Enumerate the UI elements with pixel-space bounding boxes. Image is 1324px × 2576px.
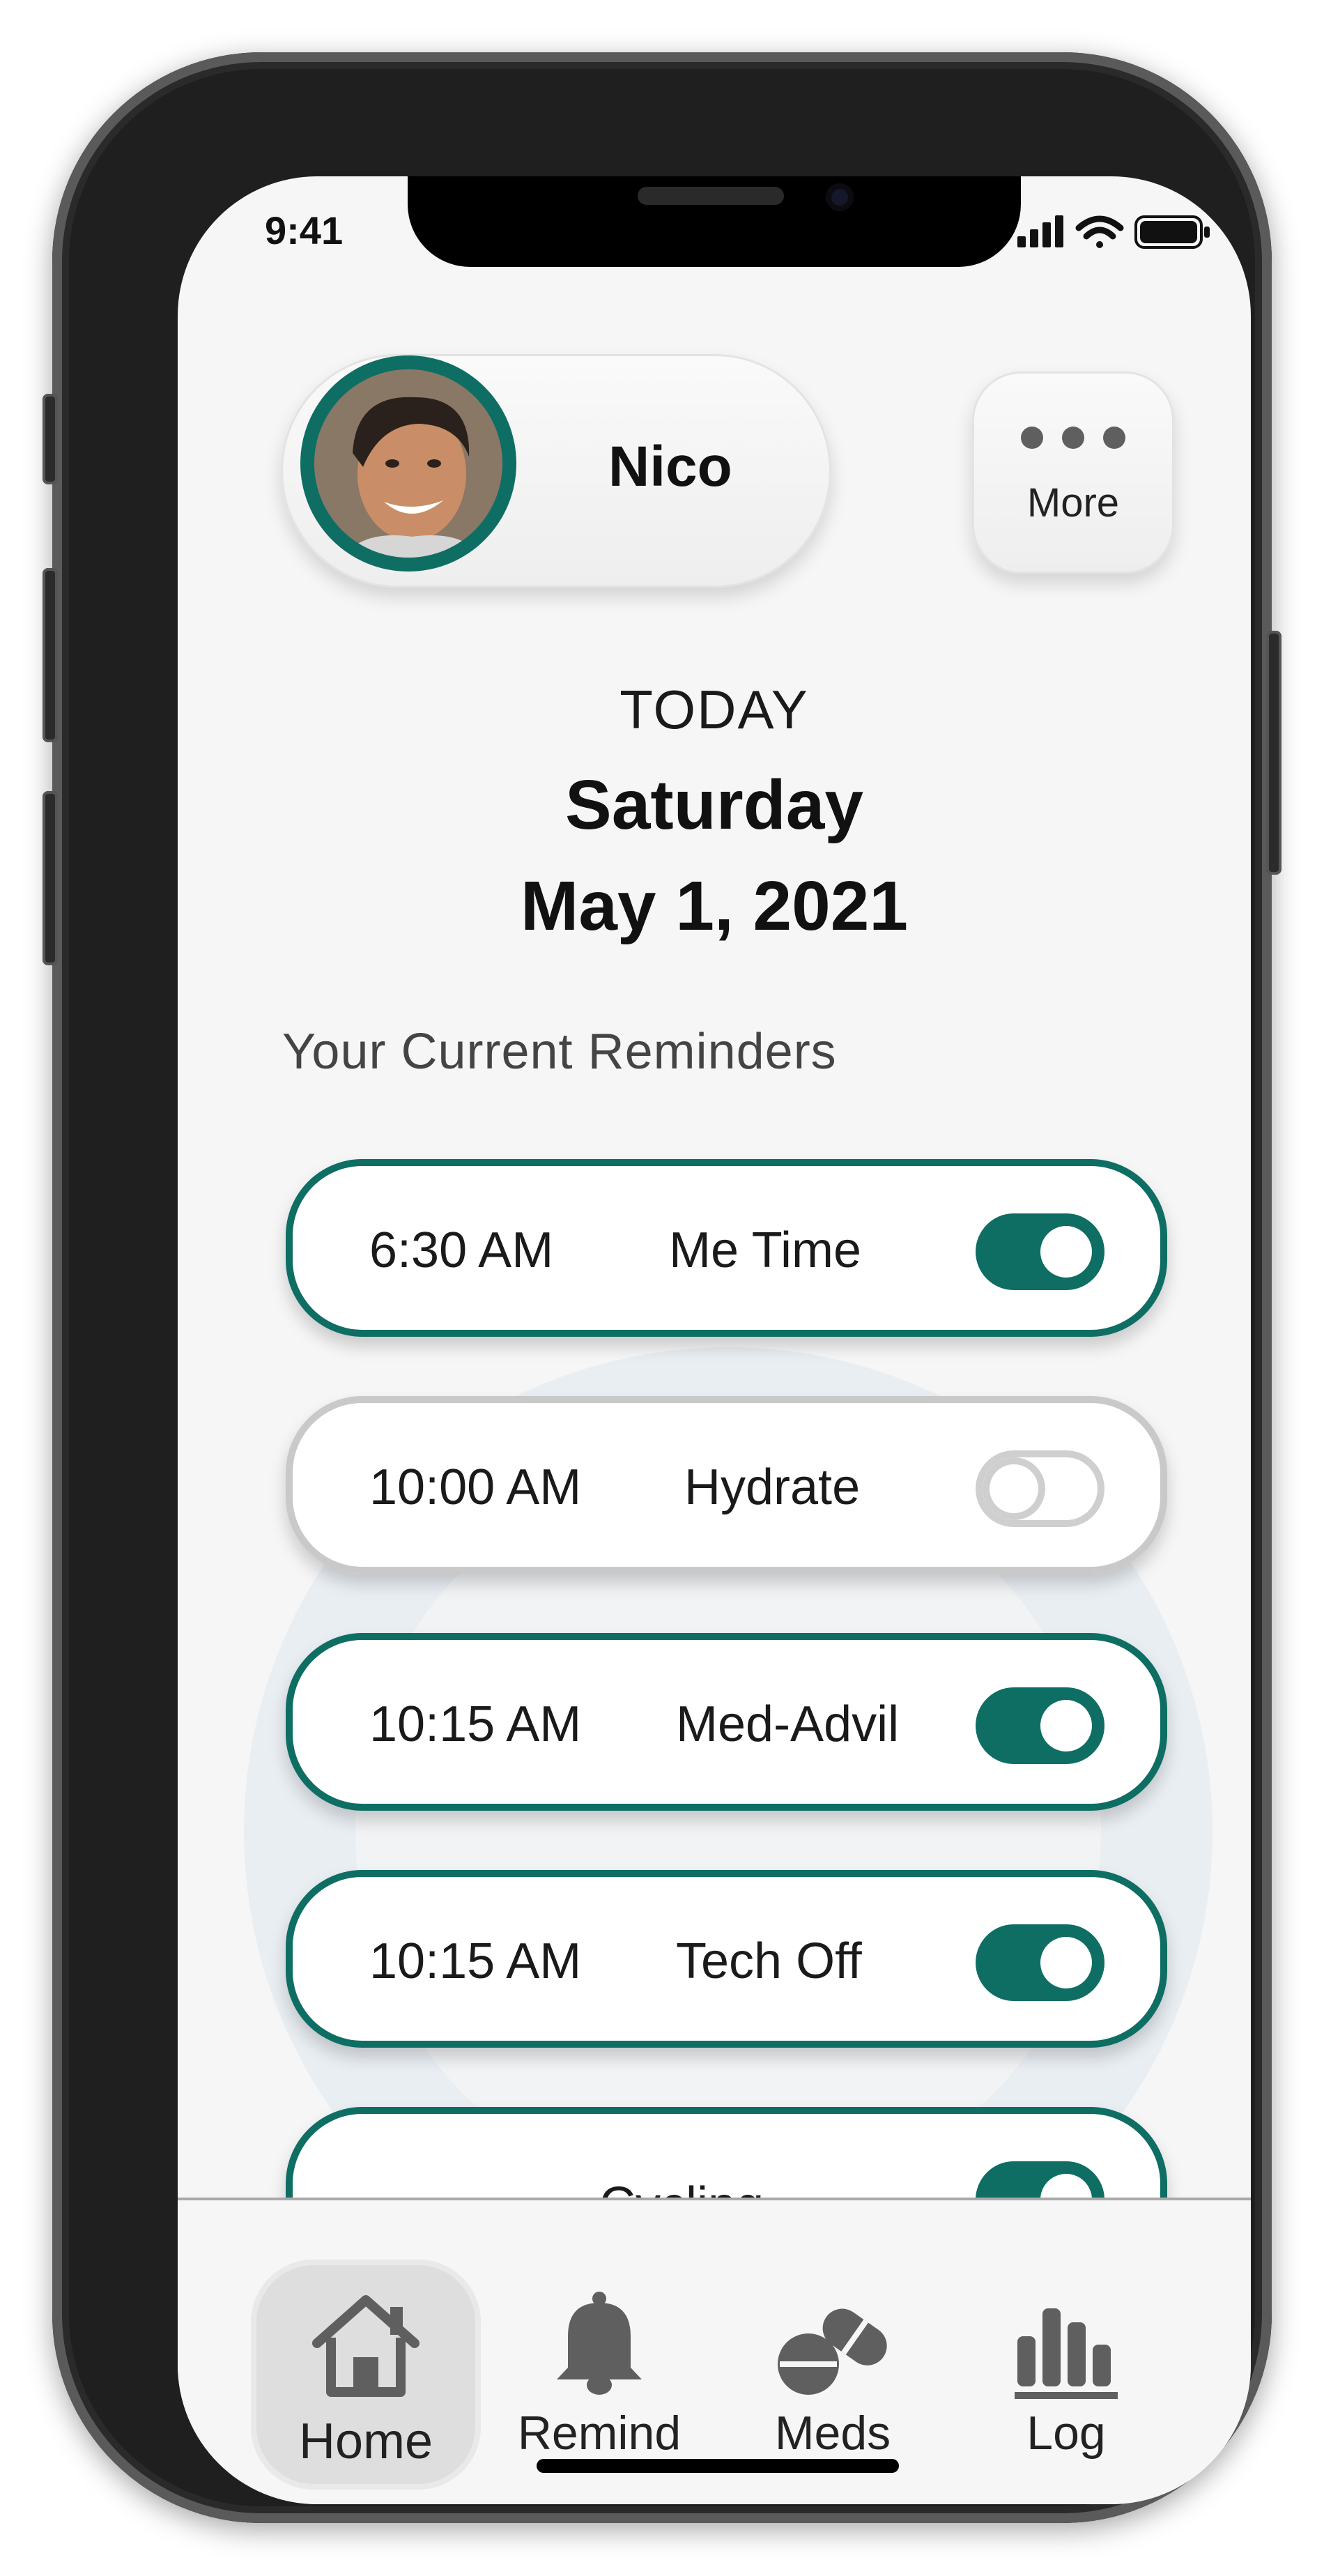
power-button <box>1266 631 1281 875</box>
phone-frame: 9:41 Nico More TODAY Saturday May 1, 202… <box>43 52 1281 2523</box>
reminder-list[interactable]: 6:30 AM Me Time 10:00 AM Hydrate 10:15 A… <box>178 176 1251 2198</box>
tab-label: Meds <box>774 2407 891 2460</box>
reminder-label: Hydrate <box>684 1459 861 1515</box>
toggle-knob <box>1040 1937 1092 1988</box>
reminder-card[interactable]: 6:30 AM Me Time <box>286 1159 1167 1337</box>
reminder-time: 10:00 AM <box>369 1459 582 1515</box>
reminder-card[interactable]: 10:15 AM Tech Off <box>286 1870 1167 2048</box>
tab-label: Home <box>298 2414 433 2469</box>
home-indicator[interactable] <box>537 2459 899 2473</box>
reminder-time: 6:30 AM <box>369 1222 554 1278</box>
tab-remind[interactable]: Remind <box>484 2260 714 2490</box>
reminder-toggle[interactable] <box>976 1924 1104 2001</box>
reminder-label: Med-Advil <box>676 1696 900 1752</box>
volume-up-button <box>43 568 58 742</box>
reminder-toggle[interactable] <box>976 1213 1104 1290</box>
tab-meds[interactable]: Meds <box>718 2260 948 2490</box>
house-icon <box>312 2295 419 2397</box>
reminder-toggle[interactable] <box>976 2161 1104 2198</box>
tab-bar: Home Remind Meds Log <box>178 2198 1251 2504</box>
reminder-label: Tech Off <box>676 1933 862 1989</box>
reminder-card[interactable]: Cycling <box>286 2107 1167 2198</box>
reminder-label: Cycling <box>599 2177 764 2198</box>
toggle-knob <box>983 1457 1045 1520</box>
pills-icon <box>778 2308 887 2395</box>
reminder-label: Me Time <box>669 1222 862 1278</box>
bell-icon <box>557 2292 642 2395</box>
reminder-toggle[interactable] <box>976 1450 1104 1527</box>
reminder-toggle[interactable] <box>976 1687 1104 1764</box>
mute-switch <box>43 394 58 484</box>
volume-down-button <box>43 791 58 965</box>
toggle-knob <box>1040 2174 1092 2198</box>
reminder-card[interactable]: 10:00 AM Hydrate <box>286 1396 1167 1574</box>
tab-log[interactable]: Log <box>951 2260 1181 2490</box>
bar-chart-icon <box>1015 2308 1118 2399</box>
reminder-time: 10:15 AM <box>369 1696 582 1752</box>
toggle-knob <box>1040 1700 1092 1751</box>
tab-label: Remind <box>517 2407 682 2460</box>
tab-label: Log <box>1026 2407 1106 2460</box>
screen: 9:41 Nico More TODAY Saturday May 1, 202… <box>178 176 1251 2504</box>
reminder-card[interactable]: 10:15 AM Med-Advil <box>286 1633 1167 1811</box>
tab-home[interactable]: Home <box>251 2260 481 2490</box>
reminder-time: 10:15 AM <box>369 1933 582 1989</box>
toggle-knob <box>1040 1226 1092 1278</box>
